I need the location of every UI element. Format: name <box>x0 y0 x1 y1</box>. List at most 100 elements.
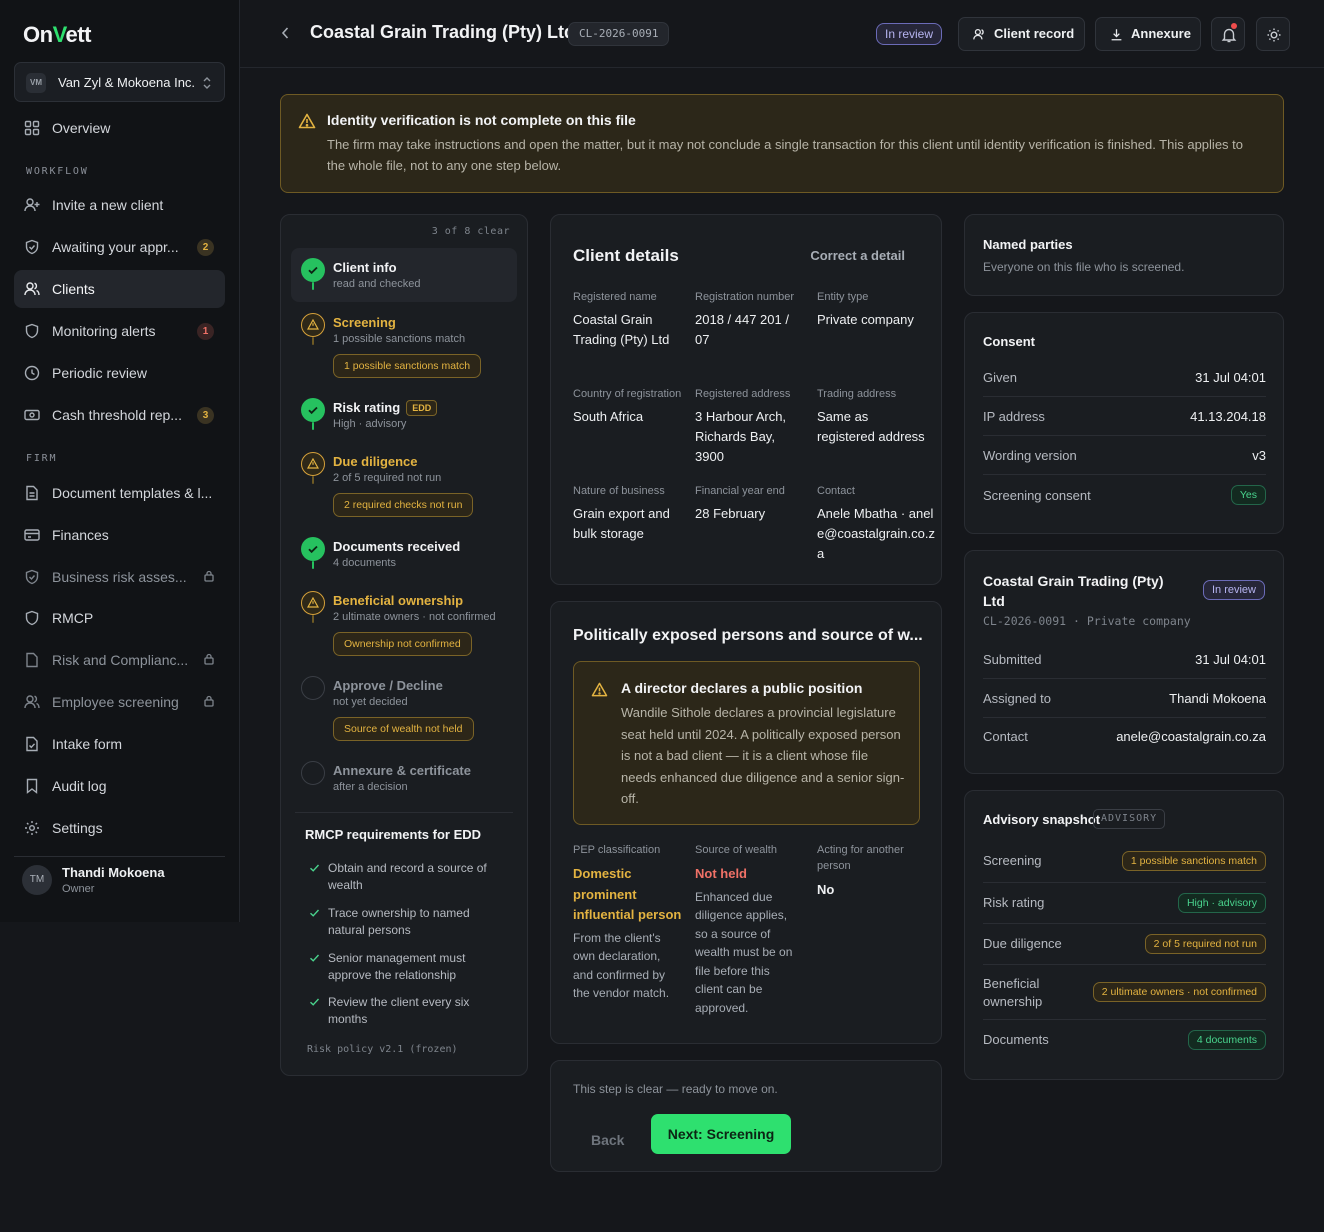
steps-clear-count: 3 of 8 clear <box>431 226 510 237</box>
nav-rmcp[interactable]: RMCP <box>14 599 225 637</box>
download-icon <box>1110 28 1123 41</box>
acting-for-another: Acting for another person No <box>817 844 904 897</box>
summary-row: Submitted 31 Jul 04:01 <box>983 640 1266 679</box>
nav-awaiting-approval[interactable]: Awaiting your appr... 2 <box>14 228 225 266</box>
status-badge: In review <box>876 23 943 45</box>
pep-declaration-alert: A director declares a public position Wa… <box>573 661 920 825</box>
field-country: Country of registration South Africa <box>573 388 682 424</box>
edd-badge: EDD <box>406 400 438 416</box>
field-registration-number: Registration number 2018 / 447 201 / 07 <box>695 291 795 347</box>
check-icon <box>301 258 325 282</box>
chevron-left-icon[interactable] <box>280 25 290 41</box>
nav-monitoring-alerts[interactable]: Monitoring alerts 1 <box>14 312 225 350</box>
policy-version: Risk policy v2.1 (frozen) <box>307 1044 458 1055</box>
notifications-button[interactable] <box>1211 17 1245 51</box>
page-title: Coastal Grain Trading (Pty) Ltd <box>310 22 576 42</box>
named-parties-sub: Everyone on this file who is screened. <box>983 260 1185 274</box>
lock-icon <box>204 653 214 665</box>
nav-audit-log[interactable]: Audit log <box>14 767 225 805</box>
warning-icon <box>298 113 316 129</box>
count-badge: 2 <box>197 239 214 256</box>
status-badge: In review <box>1202 580 1265 600</box>
user-icon <box>973 28 986 41</box>
count-badge: 3 <box>197 407 214 424</box>
advisory-row: Screening 1 possible sanctions match <box>983 841 1266 883</box>
nav-clients[interactable]: Clients <box>14 270 225 308</box>
check-icon <box>309 953 320 963</box>
users-icon <box>24 694 40 710</box>
rmcp-requirements-title: RMCP requirements for EDD <box>305 827 482 842</box>
check-icon <box>309 908 320 918</box>
nav-employee-screening[interactable]: Employee screening <box>14 683 225 721</box>
sidebar: OnVett VM Van Zyl & Mokoena Inc. Overvie… <box>0 0 240 922</box>
org-switcher[interactable]: VM Van Zyl & Mokoena Inc. <box>14 62 225 102</box>
consent-row: IP address 41.13.204.18 <box>983 397 1266 436</box>
nav-overview[interactable]: Overview <box>14 109 225 147</box>
warning-icon <box>591 682 608 697</box>
nav-finances[interactable]: Finances <box>14 516 225 554</box>
client-details-card: Client details Correct a detail Register… <box>550 214 942 585</box>
nav-business-risk[interactable]: Business risk asses... <box>14 558 225 596</box>
pep-source-of-wealth-card: Politically exposed persons and source o… <box>550 601 942 1044</box>
active-step-highlight <box>291 248 517 302</box>
advisory-row: Documents 4 documents <box>983 1020 1266 1061</box>
field-registered-name: Registered name Coastal Grain Trading (Pt… <box>573 291 670 347</box>
nav-cash-threshold[interactable]: Cash threshold rep... 3 <box>14 396 225 434</box>
field-financial-year-end: Financial year end 28 February <box>695 485 785 521</box>
shield-check-icon <box>24 569 40 585</box>
consent-row: Screening consent Yes <box>983 476 1266 515</box>
nav-intake-form[interactable]: Intake form <box>14 725 225 763</box>
named-parties-title: Named parties <box>983 237 1073 252</box>
pep-classification: PEP classification Domestic prominent in… <box>573 844 682 1000</box>
shield-icon <box>24 610 40 626</box>
warning-icon <box>301 591 325 615</box>
pending-circle-icon <box>301 761 325 785</box>
nav-document-templates[interactable]: Document templates & l... <box>14 474 225 512</box>
theme-toggle-button[interactable] <box>1256 17 1290 51</box>
client-record-button[interactable]: Client record <box>958 17 1085 51</box>
screening-issue-tag: 1 possible sanctions match <box>333 354 482 378</box>
consent-card: Consent Given 31 Jul 04:01 IP address 41.1… <box>964 312 1284 534</box>
consent-title: Consent <box>983 334 1035 349</box>
step-navigation-card: This step is clear — ready to move on. B… <box>550 1060 942 1172</box>
avatar: TM <box>22 865 52 895</box>
divider <box>295 812 513 813</box>
field-nature-of-business: Nature of business Grain export and bulk … <box>573 485 670 541</box>
clock-icon <box>24 365 40 381</box>
org-initials: VM <box>26 73 46 93</box>
page-header: Coastal Grain Trading (Pty) Ltd CL-2026-… <box>240 0 1324 68</box>
bell-icon <box>1221 27 1237 43</box>
org-name: Van Zyl & Mokoena Inc. <box>58 75 196 90</box>
step-status-note: This step is clear — ready to move on. <box>573 1082 778 1096</box>
client-details-title: Client details <box>573 246 679 265</box>
consent-row: Wording version v3 <box>983 436 1266 475</box>
nav-invite-client[interactable]: Invite a new client <box>14 186 225 224</box>
advisory-snapshot-card: Advisory snapshot ADVISORY Screening 1 po… <box>964 790 1284 1080</box>
nav-periodic-review[interactable]: Periodic review <box>14 354 225 392</box>
back-button[interactable]: Back <box>591 1132 624 1148</box>
nav-settings[interactable]: Settings <box>14 809 225 847</box>
chevron-updown-icon <box>202 76 212 90</box>
named-parties-card: Named parties Everyone on this file who … <box>964 214 1284 296</box>
annexure-button[interactable]: Annexure <box>1095 17 1201 51</box>
app-logo[interactable]: OnVett <box>23 22 91 48</box>
sun-icon <box>1266 27 1282 43</box>
nav-section-firm: FIRM <box>26 453 58 464</box>
approval-issue-tag: Source of wealth not held <box>333 717 474 741</box>
nav-section-workflow: WORKFLOW <box>26 166 89 177</box>
advisory-tag: ADVISORY <box>1093 809 1166 829</box>
users-icon <box>24 281 40 297</box>
correct-detail-link[interactable]: Correct a detail <box>810 248 905 263</box>
advisory-title: Advisory snapshot <box>983 812 1101 827</box>
user-name: Thandi Mokoena <box>62 865 165 880</box>
warning-icon <box>301 452 325 476</box>
next-screening-button[interactable]: Next: Screening <box>651 1114 791 1154</box>
pending-circle-icon <box>301 676 325 700</box>
gear-icon <box>24 820 40 836</box>
banknote-icon <box>24 407 40 423</box>
field-entity-type: Entity type Private company <box>817 291 914 327</box>
nav-risk-compliance[interactable]: Risk and Complianc... <box>14 641 225 679</box>
field-trading-address: Trading address Same as registered addres… <box>817 388 925 444</box>
check-icon <box>301 398 325 422</box>
field-contact: Contact Anele Mbatha · anele@coastalgrain… <box>817 485 935 561</box>
